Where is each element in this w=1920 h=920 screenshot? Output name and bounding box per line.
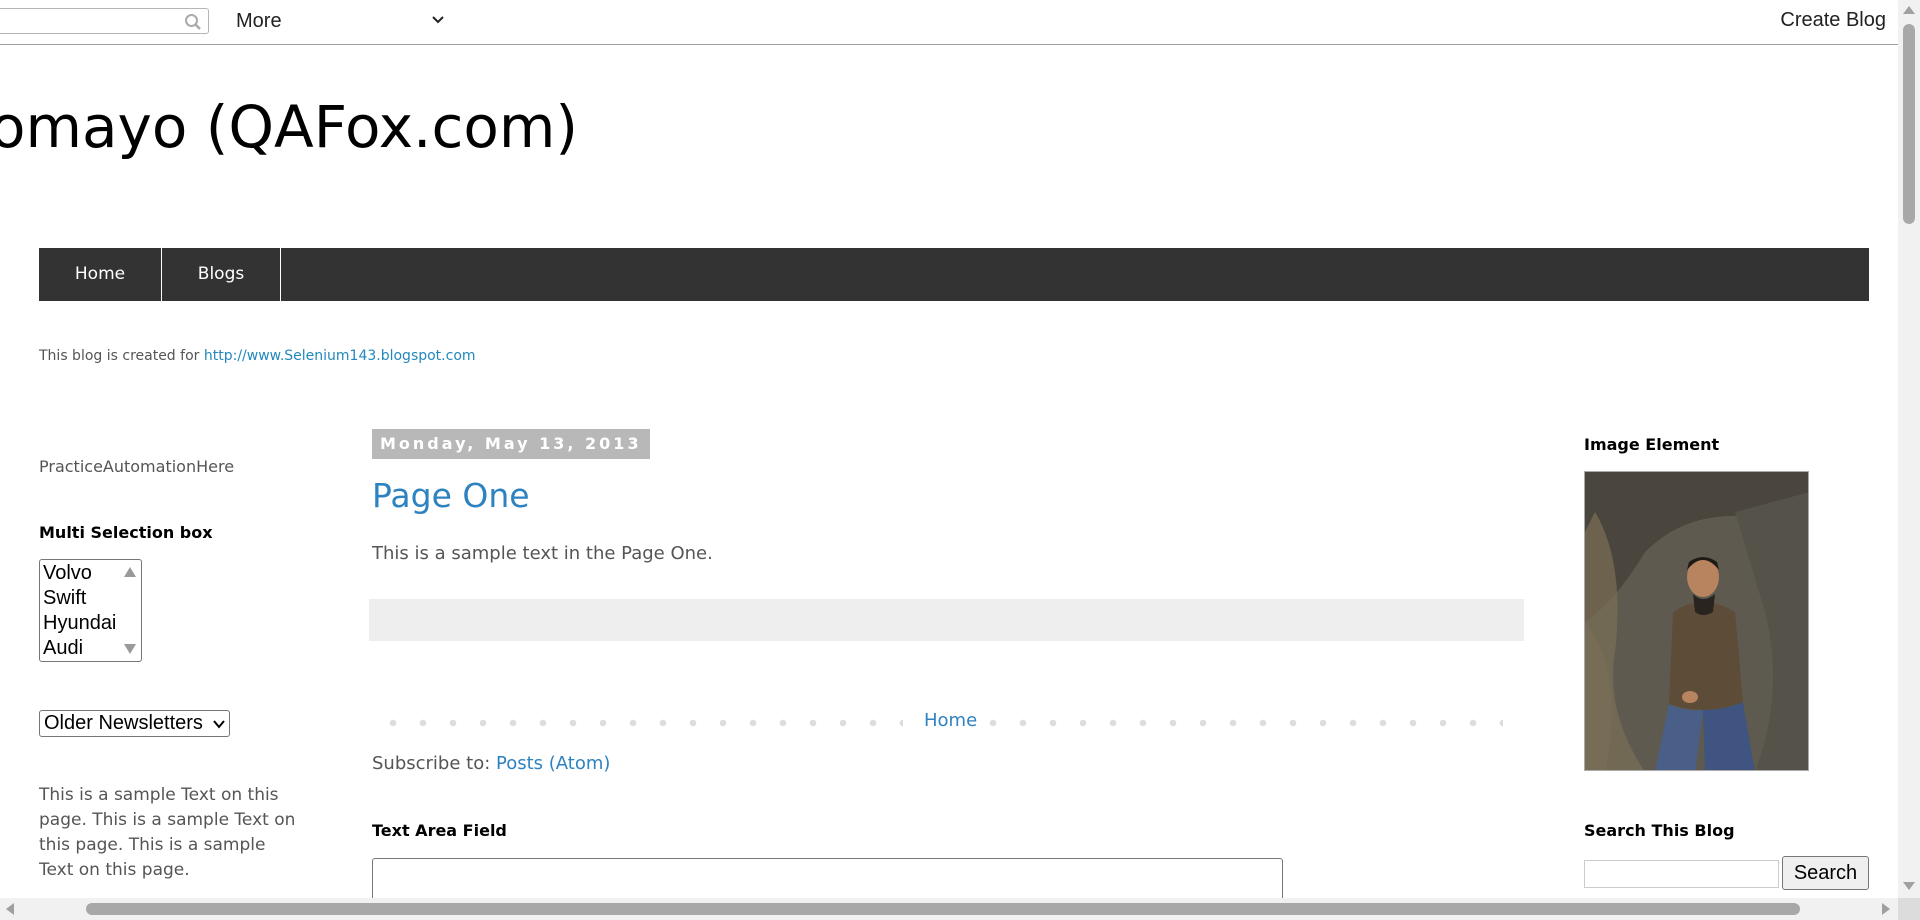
multiselect-option[interactable]: Hyundai <box>43 611 116 636</box>
create-blog-link[interactable]: Create Blog <box>1780 9 1886 32</box>
pager-home-link[interactable]: Home <box>924 710 977 731</box>
multiselect-option[interactable]: Audi <box>43 636 83 661</box>
scroll-down-arrow-icon[interactable] <box>123 643 137 655</box>
sample-text-block: This is a sample Text on this page. This… <box>39 785 296 880</box>
date-header: Monday, May 13, 2013 <box>372 429 650 459</box>
post-body: This is a sample text in the Page One. <box>372 543 713 564</box>
textarea-heading: Text Area Field <box>372 821 507 840</box>
scroll-left-icon[interactable] <box>6 903 14 915</box>
page-tabs: Home Blogs <box>39 248 1869 301</box>
search-blog-heading: Search This Blog <box>1584 821 1735 840</box>
pager-divider-right <box>978 718 1503 728</box>
chevron-down-icon <box>213 720 225 729</box>
scroll-down-icon[interactable] <box>1903 882 1915 890</box>
profile-image <box>1584 471 1809 771</box>
more-menu[interactable]: More <box>236 10 282 33</box>
search-icon[interactable] <box>184 13 202 31</box>
description-link[interactable]: http://www.Selenium143.blogspot.com <box>204 348 476 364</box>
blog-description: This blog is created for http://www.Sele… <box>39 348 476 364</box>
multiselect-option[interactable]: Volvo <box>43 561 92 586</box>
multiselect-option[interactable]: Swift <box>43 586 86 611</box>
multiselect-heading: Multi Selection box <box>39 523 213 542</box>
person-photo-icon <box>1585 472 1808 770</box>
scroll-up-arrow-icon[interactable] <box>123 566 137 578</box>
horizontal-scrollbar[interactable] <box>0 898 1898 920</box>
tab-blogs[interactable]: Blogs <box>162 248 281 301</box>
navbar-search-input[interactable] <box>0 8 209 34</box>
vertical-scroll-thumb[interactable] <box>1903 24 1915 224</box>
dropdown-selected-value: Older Newsletters <box>44 712 203 734</box>
practice-text: PracticeAutomationHere <box>39 457 235 476</box>
subscribe-line: Subscribe to: Posts (Atom) <box>372 753 610 774</box>
scrollbar-corner <box>1898 898 1920 920</box>
description-text: This blog is created for <box>39 348 204 364</box>
older-newsletters-dropdown[interactable]: Older Newsletters <box>39 710 230 737</box>
multi-selection-box[interactable]: Volvo Swift Hyundai Audi <box>39 559 142 662</box>
scroll-up-icon[interactable] <box>1903 6 1915 14</box>
tab-home[interactable]: Home <box>39 248 162 301</box>
image-element-heading: Image Element <box>1584 435 1720 454</box>
subscribe-posts-link[interactable]: Posts (Atom) <box>496 753 610 774</box>
pager-divider-left <box>378 718 903 728</box>
post-title[interactable]: Page One <box>372 476 530 515</box>
chevron-down-icon[interactable] <box>430 12 446 28</box>
vertical-scrollbar[interactable] <box>1898 0 1920 898</box>
horizontal-scroll-thumb[interactable] <box>86 903 1800 915</box>
scroll-right-icon[interactable] <box>1882 903 1890 915</box>
post-footer <box>369 599 1524 641</box>
search-button[interactable]: Search <box>1782 856 1869 890</box>
blog-title[interactable]: omayo (QAFox.com) <box>0 93 578 161</box>
top-navbar: More Create Blog <box>0 0 1898 45</box>
blog-search-input[interactable] <box>1584 860 1779 888</box>
subscribe-label: Subscribe to: <box>372 753 497 774</box>
